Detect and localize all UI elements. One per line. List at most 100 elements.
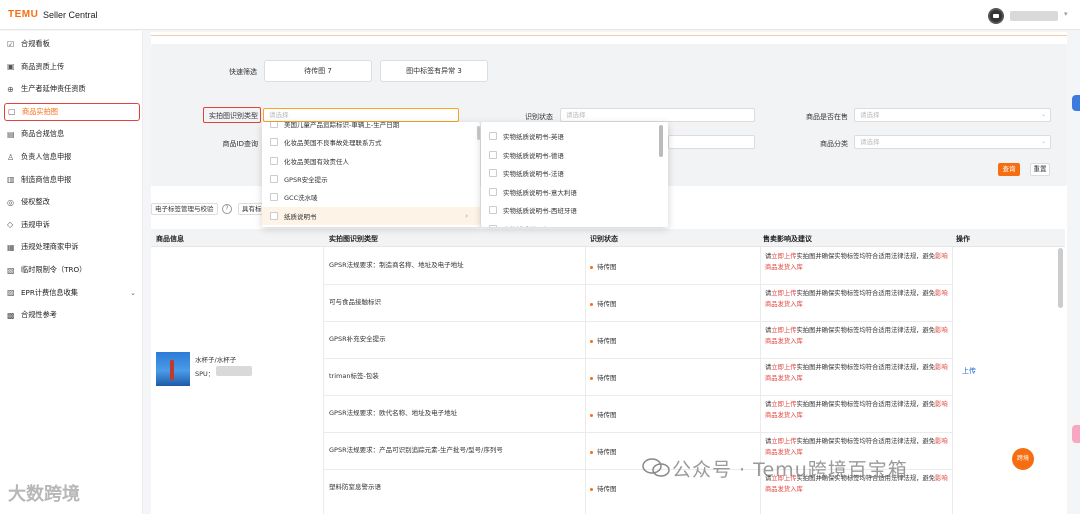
category-select[interactable]: 请选择 ⌄ <box>854 135 1051 149</box>
dropdown-option[interactable]: 纸质说明书 › <box>262 206 480 225</box>
option-label: 化妆品美国不良事故处理联系方式 <box>284 139 382 148</box>
spu-value-masked <box>216 366 252 376</box>
option-label: 实物纸质说明书-德语 <box>503 151 564 160</box>
avatar-icon[interactable] <box>988 8 1004 24</box>
dropdown-scrollbar[interactable] <box>477 126 480 140</box>
quick-filter-label-abnormal[interactable]: 图中标签有异常 3 <box>380 60 488 82</box>
type-filter-label: 实拍图识别类型 <box>209 112 258 120</box>
checkbox[interactable] <box>489 187 497 196</box>
dropdown-option[interactable]: 实物纸质说明书-英语 <box>481 127 668 145</box>
option-label: 实物纸质说明书-西班牙语 <box>503 207 577 216</box>
status-badge: 待传图 <box>590 335 617 345</box>
type-select-placeholder: 请选择 <box>269 111 289 119</box>
nav-icon: ▩ <box>7 310 15 320</box>
sidebar-item[interactable]: ▧ 临时限制令（TRO） <box>4 261 140 279</box>
dropdown-option[interactable]: 实物纸质说明书-意大利语 <box>481 183 668 201</box>
chevron-right-icon: › <box>465 211 468 220</box>
id-filter-label: 商品ID查询 <box>222 140 258 148</box>
row-divider <box>323 395 952 396</box>
quick-filter-pending-upload[interactable]: 待传图 7 <box>264 60 372 82</box>
status-badge: 待传图 <box>590 446 617 456</box>
col-action: 操作 <box>956 235 970 243</box>
sidebar-item[interactable]: ☑ 合规看板 <box>4 35 140 53</box>
advice-b: 立即上传 <box>771 401 797 408</box>
reset-button[interactable]: 重置 <box>1030 163 1050 176</box>
chevron-down-icon[interactable]: ▾ <box>1064 10 1068 18</box>
option-label: GCC洗水唛 <box>284 194 318 203</box>
col-photo-type: 实拍图识别类型 <box>329 235 378 243</box>
checkbox[interactable] <box>489 225 497 227</box>
checkbox[interactable] <box>489 132 497 140</box>
watermark-brand: 大数跨境 <box>8 484 80 505</box>
sidebar-item[interactable]: ◎ 侵权整改 <box>4 193 140 211</box>
dropdown-option[interactable]: 美国儿童产品追踪标识-車辆上-生产日期 <box>262 122 480 133</box>
help-icon[interactable]: ? <box>222 204 232 214</box>
sidebar-item-label: 违规申诉 <box>21 219 50 229</box>
status-badge: 待传图 <box>590 261 617 271</box>
dropdown-option[interactable]: 化妆品美国不良事故处理联系方式 <box>262 133 480 151</box>
option-label: GPSR安全提示 <box>284 175 328 184</box>
sidebar-item[interactable]: ♙ 负责人信息申报 <box>4 148 140 166</box>
checkbox[interactable] <box>489 150 497 159</box>
sidebar-item[interactable]: ⊕ 生产者延伸责任资质 <box>4 80 140 98</box>
advice-c: 实拍图并确保实物标签均符合适用法律法规，避免 <box>796 364 936 371</box>
checkbox[interactable] <box>270 122 278 128</box>
sidebar-item[interactable]: ▣ 商品资质上传 <box>4 58 140 76</box>
notice-bar <box>151 32 1067 36</box>
advice-text: 请立即上传实拍图并确保实物标签均符合适用法律法规，避免影响商品发货入库 <box>765 399 950 421</box>
dropdown-option[interactable]: 实物纸质说明书-日语 <box>481 220 668 227</box>
checkbox[interactable] <box>489 169 497 178</box>
photo-type: triman标签-包装 <box>329 372 379 380</box>
sidebar-item-label: 合规性参考 <box>21 310 57 320</box>
option-label: 化妆品美国有效责任人 <box>284 157 349 166</box>
advice-c: 实拍图并确保实物标签均符合适用法律法规，避免 <box>796 438 936 445</box>
sidebar-item[interactable]: ▢ 商品实拍图 <box>4 102 140 121</box>
dropdown-option[interactable]: 化妆品美国有效责任人 <box>262 152 480 170</box>
user-name-masked[interactable] <box>1010 11 1058 21</box>
onsale-select[interactable]: 请选择 ⌄ <box>854 108 1051 122</box>
checkbox[interactable] <box>270 138 278 147</box>
status-select[interactable]: 请选择 <box>560 108 755 122</box>
nav-icon: ▧ <box>7 265 15 275</box>
nav-icon: ◎ <box>7 197 14 207</box>
sidebar-item[interactable]: ◇ 违规申诉 <box>4 216 140 234</box>
side-float-tab[interactable] <box>1072 95 1080 111</box>
checkbox[interactable] <box>489 206 497 215</box>
nav-icon: ▦ <box>7 242 15 252</box>
sidebar-item[interactable]: ▩ 合规性参考 <box>4 306 140 324</box>
sidebar-item[interactable]: ▥ 制造商信息申报 <box>4 171 140 189</box>
side-float-tab[interactable] <box>1072 425 1080 443</box>
id-input-tail[interactable] <box>668 135 755 149</box>
upload-link[interactable]: 上传 <box>962 366 976 376</box>
dropdown-option[interactable]: 实物纸质说明书-西班牙语 <box>481 201 668 219</box>
label-check-button[interactable]: 电子标签管理与校验 <box>151 203 218 215</box>
sidebar-item[interactable]: ▨ EPR计费信息收集 ⌄ <box>4 284 140 302</box>
checkbox[interactable] <box>270 193 278 202</box>
quick-filter-label: 快速筛选 <box>229 68 257 76</box>
float-service-badge[interactable]: 跨境 <box>1012 448 1034 470</box>
sidebar-item[interactable]: ▦ 违规处理商家申诉 <box>4 238 140 256</box>
search-button[interactable]: 查询 <box>998 163 1020 176</box>
dropdown-option[interactable]: GCC洗水唛 <box>262 188 480 206</box>
type-select[interactable]: 请选择 <box>263 108 459 122</box>
nav-icon: ▥ <box>7 175 15 185</box>
category-select-placeholder: 请选择 <box>860 138 880 146</box>
nav-icon: ◇ <box>7 220 14 230</box>
table-scrollbar[interactable] <box>1058 248 1063 308</box>
temu-logo[interactable]: TEMU <box>8 9 38 20</box>
checkbox[interactable] <box>270 211 278 220</box>
checkbox[interactable] <box>270 156 278 165</box>
label-more-button[interactable]: 具有标 <box>238 203 264 215</box>
sidebar-item-label: 临时限制令（TRO） <box>21 265 87 274</box>
sidebar-item[interactable]: ▤ 商品合规信息 <box>4 125 140 143</box>
dropdown-option[interactable]: 实物纸质说明书-德语 <box>481 146 668 164</box>
dropdown-option[interactable]: GPSR安全提示 <box>262 170 480 188</box>
sidebar-item-label: 负责人信息申报 <box>21 152 72 161</box>
status-filter-label: 识别状态 <box>525 113 553 121</box>
nav-icon: ▢ <box>8 107 16 117</box>
advice-c: 实拍图并确保实物标签均符合适用法律法规，避免 <box>796 327 936 334</box>
dropdown-scrollbar[interactable] <box>659 125 663 157</box>
product-thumbnail[interactable] <box>156 352 190 386</box>
dropdown-option[interactable]: 实物纸质说明书-法语 <box>481 164 668 182</box>
checkbox[interactable] <box>270 174 278 183</box>
